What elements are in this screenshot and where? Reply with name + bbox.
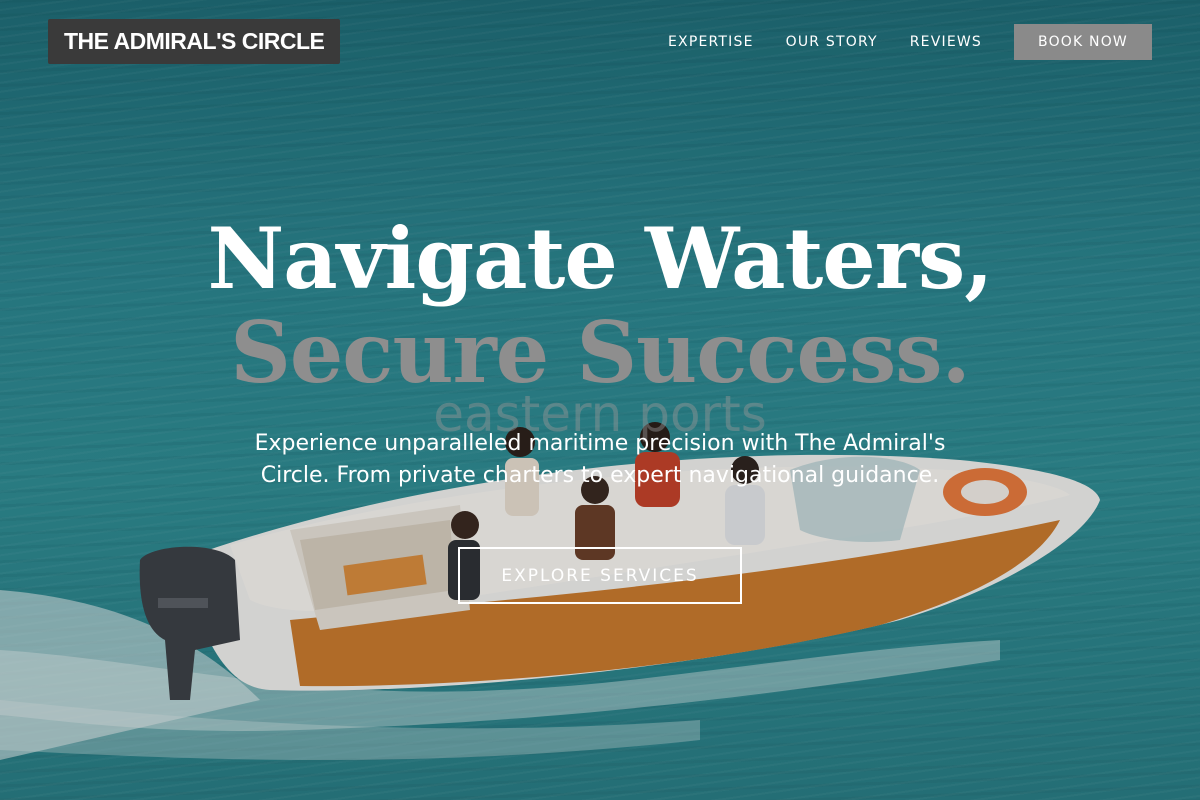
hero-subtitle: Experience unparalleled maritime precisi… bbox=[254, 431, 946, 488]
nav-reviews[interactable]: REVIEWS bbox=[910, 34, 982, 50]
hero-section: Navigate Waters, Secure Success. eastern… bbox=[0, 209, 1200, 604]
explore-services-button[interactable]: EXPLORE SERVICES bbox=[458, 547, 742, 604]
book-now-button[interactable]: BOOK NOW bbox=[1014, 24, 1152, 60]
nav-expertise[interactable]: EXPERTISE bbox=[668, 34, 754, 50]
main-nav: EXPERTISE OUR STORY REVIEWS BOOK NOW bbox=[668, 24, 1152, 60]
nav-our-story[interactable]: OUR STORY bbox=[786, 34, 878, 50]
hero-headline-line1: Navigate Waters, bbox=[207, 209, 993, 308]
site-logo[interactable]: THE ADMIRAL'S CIRCLE bbox=[48, 19, 341, 64]
